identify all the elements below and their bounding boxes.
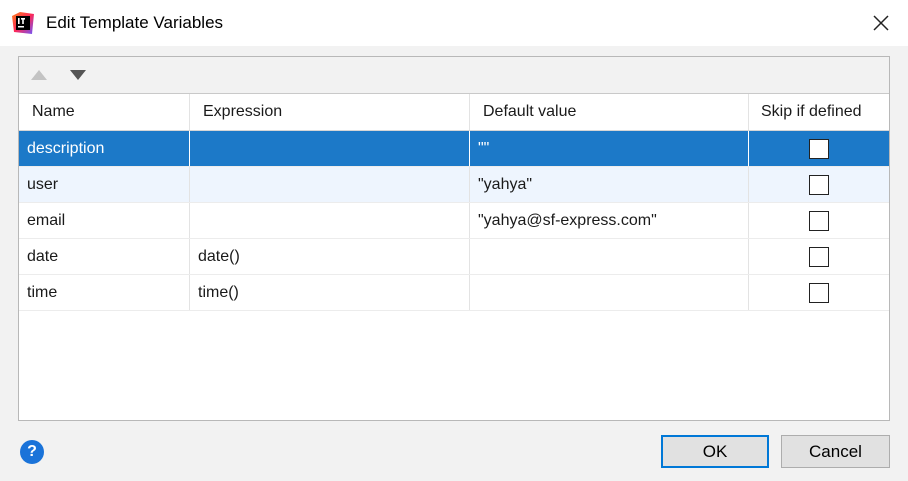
default-value-cell[interactable] bbox=[469, 239, 748, 274]
table-header: Name Expression Default value Skip if de… bbox=[19, 94, 889, 131]
table-row[interactable]: user "yahya" bbox=[19, 167, 889, 203]
default-value-cell[interactable]: "" bbox=[469, 131, 748, 166]
close-icon[interactable] bbox=[868, 10, 894, 36]
name-cell[interactable]: email bbox=[19, 203, 189, 238]
column-header-name[interactable]: Name bbox=[19, 94, 189, 130]
skip-cell bbox=[748, 131, 889, 166]
variables-table: Name Expression Default value Skip if de… bbox=[19, 94, 889, 311]
default-value-cell[interactable] bbox=[469, 275, 748, 310]
table-toolbar bbox=[19, 57, 889, 94]
triangle-up-icon[interactable] bbox=[28, 65, 50, 85]
skip-if-defined-checkbox[interactable] bbox=[809, 210, 829, 231]
table-row[interactable]: description "" bbox=[19, 131, 889, 167]
intellij-idea-icon bbox=[12, 12, 34, 34]
table-row[interactable]: date date() bbox=[19, 239, 889, 275]
expression-cell[interactable]: date() bbox=[189, 239, 469, 274]
skip-if-defined-checkbox[interactable] bbox=[809, 246, 829, 267]
table-row[interactable]: email "yahya@sf-express.com" bbox=[19, 203, 889, 239]
expression-cell[interactable] bbox=[189, 131, 469, 166]
title-bar: Edit Template Variables bbox=[0, 0, 908, 46]
help-icon[interactable]: ? bbox=[20, 440, 44, 464]
table-row[interactable]: time time() bbox=[19, 275, 889, 311]
skip-cell bbox=[748, 167, 889, 202]
skip-cell bbox=[748, 275, 889, 310]
skip-if-defined-checkbox[interactable] bbox=[809, 174, 829, 195]
cancel-button[interactable]: Cancel bbox=[781, 435, 890, 468]
skip-cell bbox=[748, 203, 889, 238]
skip-if-defined-checkbox[interactable] bbox=[809, 138, 829, 159]
triangle-down-icon[interactable] bbox=[67, 65, 89, 85]
column-header-skip-if-defined[interactable]: Skip if defined bbox=[748, 94, 889, 130]
default-value-cell[interactable]: "yahya" bbox=[469, 167, 748, 202]
skip-if-defined-checkbox[interactable] bbox=[809, 282, 829, 303]
column-header-expression[interactable]: Expression bbox=[189, 94, 469, 130]
column-header-default-value[interactable]: Default value bbox=[469, 94, 748, 130]
expression-cell[interactable]: time() bbox=[189, 275, 469, 310]
skip-cell bbox=[748, 239, 889, 274]
expression-cell[interactable] bbox=[189, 203, 469, 238]
ok-button[interactable]: OK bbox=[661, 435, 769, 468]
name-cell[interactable]: time bbox=[19, 275, 189, 310]
window-title: Edit Template Variables bbox=[46, 13, 224, 32]
default-value-cell[interactable]: "yahya@sf-express.com" bbox=[469, 203, 748, 238]
name-cell[interactable]: user bbox=[19, 167, 189, 202]
expression-cell[interactable] bbox=[189, 167, 469, 202]
name-cell[interactable]: date bbox=[19, 239, 189, 274]
variables-panel: Name Expression Default value Skip if de… bbox=[18, 56, 890, 421]
name-cell[interactable]: description bbox=[19, 131, 189, 166]
